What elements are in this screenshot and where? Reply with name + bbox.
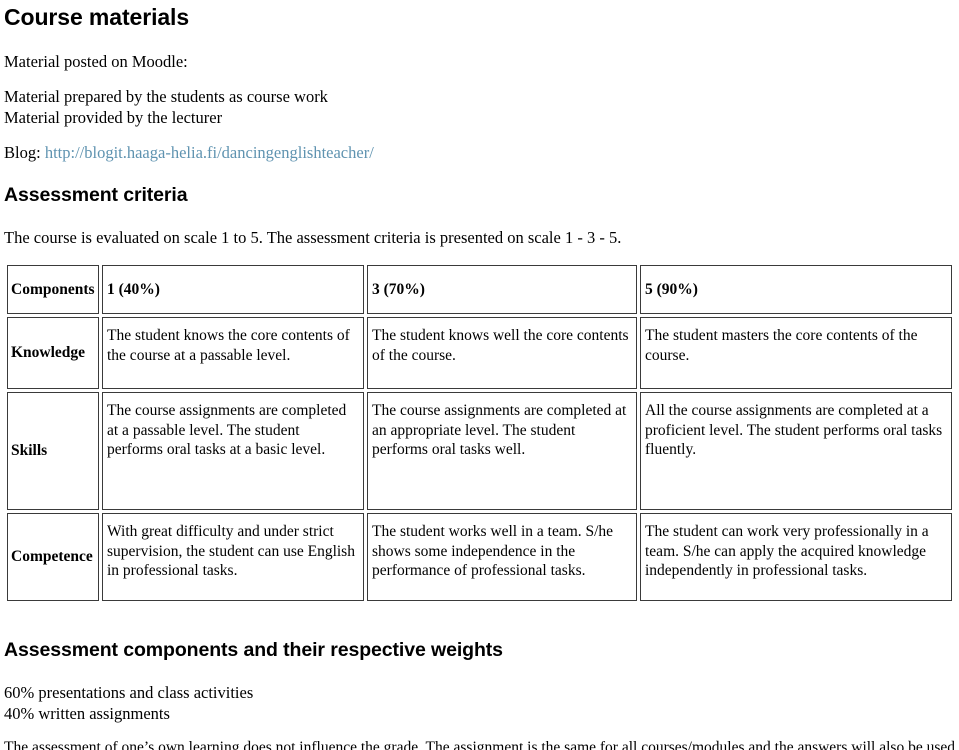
table-header-level-1: 1 (40%) xyxy=(102,265,364,314)
assessment-criteria-heading: Assessment criteria xyxy=(4,184,188,206)
blog-line: Blog: http://blogit.haaga-helia.fi/danci… xyxy=(4,142,955,163)
assessment-components-heading: Assessment components and their respecti… xyxy=(4,639,503,661)
cell-knowledge-level-3: The student knows well the core contents… xyxy=(367,317,637,389)
table-header-row: Components 1 (40%) 3 (70%) 5 (90%) xyxy=(7,265,952,314)
table-row: Knowledge The student knows the core con… xyxy=(7,317,952,389)
table-header-components: Components xyxy=(7,265,99,314)
page-title: Course materials xyxy=(4,4,190,30)
row-label-skills: Skills xyxy=(7,392,99,510)
cell-competence-level-1: With great difficulty and under strict s… xyxy=(102,513,364,601)
cell-knowledge-level-1: The student knows the core contents of t… xyxy=(102,317,364,389)
cell-competence-level-5: The student can work very professionally… xyxy=(640,513,952,601)
assessment-note: The assessment of one’s own learning doe… xyxy=(4,739,956,750)
material-item-1: Material provided by the lecturer xyxy=(4,108,223,127)
row-label-competence: Competence xyxy=(7,513,99,601)
cell-skills-level-5: All the course assignments are completed… xyxy=(640,392,952,510)
cell-knowledge-level-5: The student masters the core contents of… xyxy=(640,317,952,389)
table-header-level-5: 5 (90%) xyxy=(640,265,952,314)
cell-skills-level-3: The course assignments are completed at … xyxy=(367,392,637,510)
row-label-knowledge: Knowledge xyxy=(7,317,99,389)
weight-item-1: 40% written assignments xyxy=(4,704,170,723)
blog-label: Blog: xyxy=(4,143,41,162)
table-row: Skills The course assignments are comple… xyxy=(7,392,952,510)
document-page: Course materials Material posted on Mood… xyxy=(0,0,959,750)
material-item-0: Material prepared by the students as cou… xyxy=(4,87,328,106)
weight-item-0: 60% presentations and class activities xyxy=(4,683,254,702)
blog-link[interactable]: http://blogit.haaga-helia.fi/dancingengl… xyxy=(45,143,374,162)
table-header-level-3: 3 (70%) xyxy=(367,265,637,314)
cell-skills-level-1: The course assignments are completed at … xyxy=(102,392,364,510)
assessment-criteria-table: Components 1 (40%) 3 (70%) 5 (90%) Knowl… xyxy=(4,262,955,604)
assessment-criteria-intro: The course is evaluated on scale 1 to 5.… xyxy=(4,228,622,247)
cell-competence-level-3: The student works well in a team. S/he s… xyxy=(367,513,637,601)
moodle-label: Material posted on Moodle: xyxy=(4,52,188,71)
table-row: Competence With great difficulty and und… xyxy=(7,513,952,601)
